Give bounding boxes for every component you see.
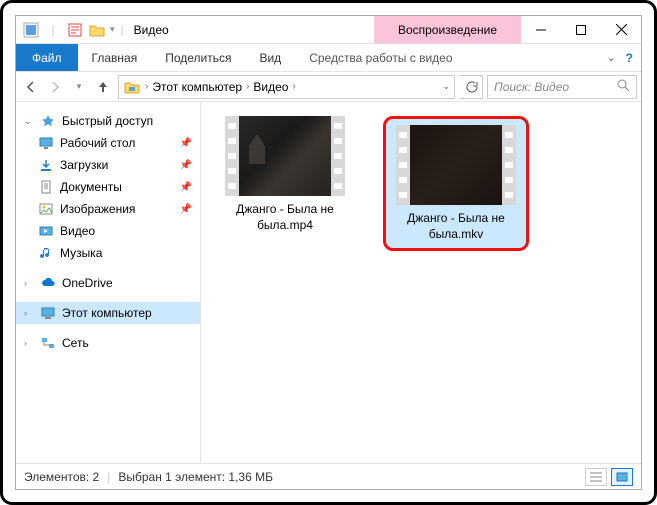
desktop-icon <box>38 135 54 151</box>
star-icon <box>40 113 56 129</box>
sidebar-item-desktop[interactable]: Рабочий стол 📌 <box>16 132 200 154</box>
tab-view[interactable]: Вид <box>245 44 295 71</box>
sidebar-item-label: Рабочий стол <box>60 136 135 150</box>
chevron-down-icon[interactable]: ⌄ <box>24 116 34 127</box>
minimize-button[interactable] <box>521 16 561 43</box>
title-bar: | ▾ | Видео Воспроизведение <box>16 16 641 44</box>
video-thumbnail <box>396 125 516 205</box>
folder-icon[interactable] <box>88 21 106 39</box>
pin-icon: 📌 <box>180 204 192 215</box>
sidebar-item-label: Быстрый доступ <box>62 114 153 128</box>
contextual-tab-title: Воспроизведение <box>374 16 521 43</box>
file-name: Джанго - Была не была.mkv <box>392 211 520 242</box>
properties-icon[interactable] <box>66 21 84 39</box>
ribbon-expand-icon[interactable]: ⌄ <box>606 51 615 64</box>
chevron-right-icon[interactable]: › <box>145 81 148 92</box>
computer-icon <box>40 305 56 321</box>
sidebar-item-videos[interactable]: Видео <box>16 220 200 242</box>
close-button[interactable] <box>601 16 641 43</box>
sidebar-item-label: Видео <box>60 224 95 238</box>
file-item[interactable]: Джанго - Была не была.mp4 <box>215 116 355 233</box>
file-item[interactable]: Джанго - Была не была.mkv <box>392 125 520 242</box>
cloud-icon <box>40 275 56 291</box>
help-icon[interactable]: ? <box>626 51 633 65</box>
forward-button[interactable] <box>44 76 66 98</box>
sidebar-item-label: OneDrive <box>62 276 113 290</box>
maximize-button[interactable] <box>561 16 601 43</box>
pictures-icon <box>38 201 54 217</box>
file-name: Джанго - Была не была.mp4 <box>215 202 355 233</box>
sidebar-item-label: Этот компьютер <box>62 306 152 320</box>
file-list[interactable]: Джанго - Была не была.mp4 Джанго - Была … <box>201 102 641 463</box>
sidebar-item-label: Изображения <box>60 202 135 216</box>
video-icon <box>38 223 54 239</box>
breadcrumb-dropdown-icon[interactable]: ⌄ <box>442 81 450 92</box>
sidebar-item-label: Музыка <box>60 246 102 260</box>
back-button[interactable] <box>20 76 42 98</box>
pin-icon: 📌 <box>180 182 192 193</box>
sidebar-item-label: Загрузки <box>60 158 108 172</box>
recent-dropdown-icon[interactable]: ▾ <box>68 76 90 98</box>
tab-video-tools[interactable]: Средства работы с видео <box>295 44 466 71</box>
pin-icon: 📌 <box>180 160 192 171</box>
details-view-button[interactable] <box>585 468 607 486</box>
sidebar-item-label: Документы <box>60 180 122 194</box>
sidebar-item-documents[interactable]: Документы 📌 <box>16 176 200 198</box>
video-folder-icon <box>123 78 141 96</box>
file-item-selected-highlight: Джанго - Была не была.mkv <box>383 116 529 251</box>
sidebar-item-music[interactable]: Музыка <box>16 242 200 264</box>
sidebar-quick-access[interactable]: ⌄ Быстрый доступ <box>16 110 200 132</box>
up-button[interactable] <box>92 76 114 98</box>
sidebar-item-pictures[interactable]: Изображения 📌 <box>16 198 200 220</box>
address-bar: ▾ › Этот компьютер › Видео › ⌄ Поиск: Ви… <box>16 72 641 102</box>
pin-icon: 📌 <box>180 138 192 149</box>
network-icon <box>40 335 56 351</box>
qat-sep: | <box>44 21 62 39</box>
sidebar-this-pc[interactable]: › Этот компьютер <box>16 302 200 324</box>
ribbon-tabs: Файл Главная Поделиться Вид Средства раб… <box>16 44 641 72</box>
chevron-right-icon[interactable]: › <box>292 81 295 92</box>
documents-icon <box>38 179 54 195</box>
search-placeholder: Поиск: Видео <box>494 80 569 94</box>
sidebar-network[interactable]: › Сеть <box>16 332 200 354</box>
sidebar-onedrive[interactable]: › OneDrive <box>16 272 200 294</box>
window-title: Видео <box>134 23 169 37</box>
breadcrumb-item[interactable]: Видео <box>253 80 288 94</box>
app-icon <box>22 21 40 39</box>
tab-home[interactable]: Главная <box>78 44 152 71</box>
sidebar-item-downloads[interactable]: Загрузки 📌 <box>16 154 200 176</box>
nav-sidebar: ⌄ Быстрый доступ Рабочий стол 📌 Загрузки… <box>16 102 201 463</box>
refresh-button[interactable] <box>459 75 483 99</box>
file-tab[interactable]: Файл <box>16 44 78 71</box>
sidebar-item-label: Сеть <box>62 336 89 350</box>
chevron-right-icon[interactable]: › <box>246 81 249 92</box>
chevron-right-icon[interactable]: › <box>24 308 34 318</box>
tab-share[interactable]: Поделиться <box>151 44 245 71</box>
qat-dropdown-icon[interactable]: ▾ <box>110 24 115 35</box>
status-item-count: Элементов: 2 <box>24 470 99 484</box>
large-icons-view-button[interactable] <box>611 468 633 486</box>
status-selection: Выбран 1 элемент: 1,36 МБ <box>118 470 273 484</box>
status-bar: Элементов: 2 | Выбран 1 элемент: 1,36 МБ <box>16 463 641 489</box>
breadcrumb-item[interactable]: Этот компьютер <box>152 80 242 94</box>
breadcrumb[interactable]: › Этот компьютер › Видео › ⌄ <box>118 75 455 99</box>
search-icon <box>617 79 630 95</box>
music-icon <box>38 245 54 261</box>
chevron-right-icon[interactable]: › <box>24 338 34 348</box>
downloads-icon <box>38 157 54 173</box>
chevron-right-icon[interactable]: › <box>24 278 34 288</box>
search-input[interactable]: Поиск: Видео <box>487 75 637 99</box>
video-thumbnail <box>225 116 345 196</box>
